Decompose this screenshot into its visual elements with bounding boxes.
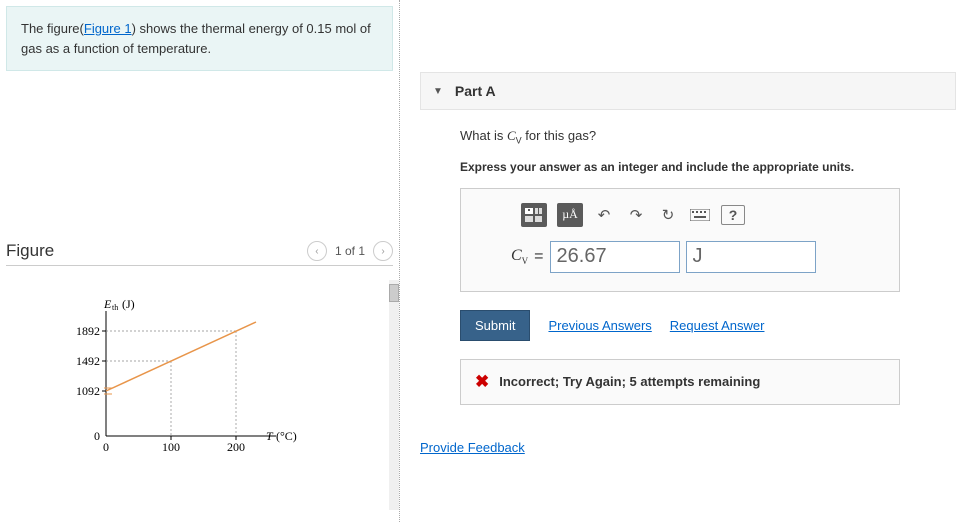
answer-box: µÅ ↶ ↷ ↻ ? CV = [460, 188, 900, 292]
figure-prev-button[interactable]: ‹ [307, 241, 327, 261]
keyboard-icon[interactable] [689, 204, 711, 226]
feedback-box: ✖ Incorrect; Try Again; 5 attempts remai… [460, 359, 900, 405]
templates-button[interactable] [521, 203, 547, 227]
scroll-track [389, 280, 399, 510]
svg-text:E: E [103, 297, 112, 311]
toolbar: µÅ ↶ ↷ ↻ ? [521, 203, 885, 227]
svg-text:200: 200 [227, 440, 245, 454]
svg-text:100: 100 [162, 440, 180, 454]
svg-text:(°C): (°C) [276, 429, 297, 443]
answer-value-input[interactable] [550, 241, 680, 273]
part-header[interactable]: ▼ Part A [420, 72, 956, 110]
help-button[interactable]: ? [721, 205, 745, 225]
feedback-text: Incorrect; Try Again; 5 attempts remaini… [499, 374, 760, 389]
equals-sign: = [534, 248, 543, 266]
figure-header: Figure ‹ 1 of 1 › [6, 241, 393, 266]
answer-unit-input[interactable] [686, 241, 816, 273]
figure-next-button[interactable]: › [373, 241, 393, 261]
problem-statement: The figure(Figure 1) shows the thermal e… [6, 6, 393, 71]
answer-var: CV [511, 247, 528, 266]
svg-text:1892: 1892 [76, 324, 100, 338]
redo-icon[interactable]: ↷ [625, 204, 647, 226]
figure-title: Figure [6, 241, 54, 261]
figure-nav: ‹ 1 of 1 › [307, 241, 393, 261]
incorrect-icon: ✖ [475, 372, 489, 392]
svg-text:1492: 1492 [76, 354, 100, 368]
request-answer-link[interactable]: Request Answer [670, 318, 765, 333]
scroll-thumb[interactable] [389, 284, 399, 302]
chart: 0 1092 1492 1892 0 100 200 [56, 296, 316, 466]
figure-nav-text: 1 of 1 [335, 244, 365, 258]
figure-section: Figure ‹ 1 of 1 › 0 1092 1492 [0, 241, 399, 466]
part-label: Part A [455, 83, 496, 99]
figure-link[interactable]: Figure 1 [84, 21, 132, 36]
svg-text:th: th [112, 303, 118, 312]
undo-icon[interactable]: ↶ [593, 204, 615, 226]
svg-text:0: 0 [94, 429, 100, 443]
caret-down-icon: ▼ [433, 86, 443, 97]
svg-text:1092: 1092 [76, 384, 100, 398]
submit-row: Submit Previous Answers Request Answer [460, 310, 946, 341]
reset-icon[interactable]: ↻ [657, 204, 679, 226]
svg-text:0: 0 [103, 440, 109, 454]
problem-pre: The figure( [21, 21, 84, 36]
answer-row: CV = [511, 241, 885, 273]
left-pane: The figure(Figure 1) shows the thermal e… [0, 0, 400, 522]
provide-feedback-link[interactable]: Provide Feedback [420, 440, 956, 455]
previous-answers-link[interactable]: Previous Answers [548, 318, 651, 333]
question-text: What is CV for this gas? [460, 128, 946, 146]
submit-button[interactable]: Submit [460, 310, 530, 341]
units-button[interactable]: µÅ [557, 203, 583, 227]
right-pane: ▼ Part A What is CV for this gas? Expres… [400, 0, 976, 522]
templates-icon [525, 208, 543, 222]
instruction: Express your answer as an integer and in… [460, 160, 946, 174]
svg-text:(J): (J) [122, 297, 135, 311]
question-area: What is CV for this gas? Express your an… [420, 110, 956, 405]
chart-svg: 0 1092 1492 1892 0 100 200 [56, 296, 316, 466]
